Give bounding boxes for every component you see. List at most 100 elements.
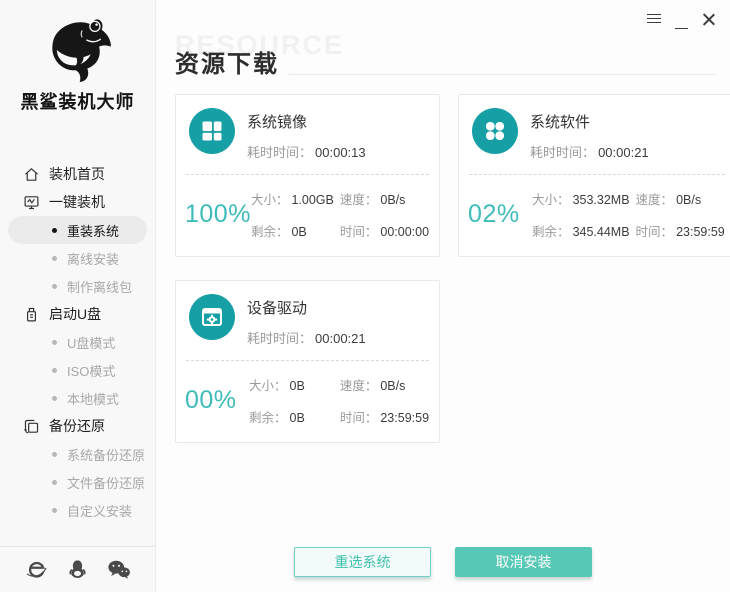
sidebar-item-iso-mode[interactable]: ISO模式	[8, 356, 147, 384]
stat-time: 时间：00:00:00	[340, 221, 429, 240]
qq-icon[interactable]	[66, 558, 90, 582]
stat-size: 大小：0B	[249, 375, 334, 394]
download-card-system-software: 系统软件 耗时时间：00:00:21 02% 大小：353.32MB 速度：0B…	[458, 94, 730, 257]
reselect-system-button[interactable]: 重选系统	[294, 547, 431, 577]
stat-remaining: 剩余：0B	[249, 407, 334, 426]
windows-panes-icon	[189, 108, 235, 154]
sidebar: 黑鲨装机大师 装机首页 一键装机 重装系统 离线安装	[0, 0, 156, 592]
header-divider	[289, 74, 716, 75]
menu-icon[interactable]	[647, 13, 661, 26]
home-icon	[22, 165, 40, 183]
sidebar-item-offline-install[interactable]: 离线安装	[8, 244, 147, 272]
download-card-system-image: 系统镜像 耗时时间：00:00:13 100% 大小：1.00GB 速度：0B/…	[175, 94, 440, 257]
sidebar-item-label: 离线安装	[67, 249, 119, 268]
bullet-icon	[52, 396, 57, 401]
ie-icon[interactable]	[25, 558, 49, 582]
download-stats: 大小：1.00GB 速度：0B/s 剩余：0B 时间：00:00:00	[251, 189, 429, 240]
stat-label: 大小：	[249, 379, 287, 393]
stat-label: 时间：	[340, 225, 378, 239]
elapsed-label: 耗时时间：	[247, 145, 312, 160]
page-header: RESOURCE 资源下载	[156, 0, 730, 79]
bullet-icon	[52, 284, 57, 289]
stat-size: 大小：1.00GB	[251, 189, 334, 208]
window-controls	[647, 13, 716, 26]
sidebar-item-label: 重装系统	[67, 221, 119, 240]
download-card-device-driver: 设备驱动 耗时时间：00:00:21 00% 大小：0B 速度：0B/s 剩余：…	[175, 280, 440, 443]
elapsed-value: 00:00:21	[598, 145, 649, 160]
monitor-icon	[22, 193, 40, 211]
elapsed-time: 耗时时间：00:00:13	[247, 142, 366, 161]
usb-drive-icon	[22, 305, 40, 323]
close-icon[interactable]	[702, 13, 716, 26]
stat-speed: 速度：0B/s	[340, 189, 429, 208]
stat-label: 时间：	[636, 225, 674, 239]
stat-value: 0B	[290, 411, 305, 425]
footer-buttons: 重选系统 取消安装	[156, 547, 730, 577]
social-icons-row	[0, 546, 155, 592]
sidebar-item-label: 备份还原	[49, 416, 105, 436]
elapsed-value: 00:00:13	[315, 145, 366, 160]
sidebar-item-local-mode[interactable]: 本地模式	[8, 384, 147, 412]
sidebar-item-label: 自定义安装	[67, 501, 132, 520]
minimize-icon[interactable]	[675, 28, 688, 29]
sidebar-item-file-backup-restore[interactable]: 文件备份还原	[8, 468, 147, 496]
download-stats: 大小：0B 速度：0B/s 剩余：0B 时间：23:59:59	[249, 375, 429, 426]
stat-label: 时间：	[340, 411, 378, 425]
stat-speed: 速度：0B/s	[340, 375, 429, 394]
sidebar-item-label: ISO模式	[67, 361, 115, 380]
app-grid-icon	[472, 108, 518, 154]
sidebar-item-make-offline-pack[interactable]: 制作离线包	[8, 272, 147, 300]
stat-label: 大小：	[532, 193, 570, 207]
stat-value: 0B	[290, 379, 305, 393]
stat-time: 时间：23:59:59	[340, 407, 429, 426]
stat-value: 0B	[291, 225, 306, 239]
stat-value: 353.32MB	[573, 193, 630, 207]
stat-value: 0B/s	[676, 193, 701, 207]
card-title: 系统软件	[530, 111, 649, 132]
brand-logo-block: 黑鲨装机大师	[0, 0, 155, 114]
stat-remaining: 剩余：345.44MB	[532, 221, 630, 240]
sidebar-item-system-backup-restore[interactable]: 系统备份还原	[8, 440, 147, 468]
sidebar-item-label: 本地模式	[67, 389, 119, 408]
sidebar-item-label: 一键装机	[49, 192, 105, 212]
cancel-install-button[interactable]: 取消安装	[455, 547, 592, 577]
bullet-icon	[52, 340, 57, 345]
bullet-icon	[52, 368, 57, 373]
sidebar-item-home[interactable]: 装机首页	[8, 160, 147, 188]
sidebar-item-boot-usb[interactable]: 启动U盘	[8, 300, 147, 328]
sidebar-item-usb-mode[interactable]: U盘模式	[8, 328, 147, 356]
stat-label: 大小：	[251, 193, 289, 207]
elapsed-label: 耗时时间：	[247, 331, 312, 346]
sidebar-item-label: 制作离线包	[67, 277, 132, 296]
backup-restore-icon	[22, 417, 40, 435]
sidebar-item-backup-restore[interactable]: 备份还原	[8, 412, 147, 440]
sidebar-item-one-key-install[interactable]: 一键装机	[8, 188, 147, 216]
stat-time: 时间：23:59:59	[636, 221, 725, 240]
app-window: 黑鲨装机大师 装机首页 一键装机 重装系统 离线安装	[0, 0, 730, 592]
stat-value: 23:59:59	[676, 225, 725, 239]
wechat-icon[interactable]	[107, 558, 131, 582]
elapsed-time: 耗时时间：00:00:21	[247, 328, 366, 347]
progress-percent: 100%	[185, 200, 251, 229]
stat-value: 0B/s	[380, 379, 405, 393]
bullet-icon	[52, 480, 57, 485]
elapsed-time: 耗时时间：00:00:21	[530, 142, 649, 161]
stat-label: 速度：	[340, 193, 378, 207]
bullet-icon	[52, 256, 57, 261]
sidebar-item-label: U盘模式	[67, 333, 115, 352]
card-title: 设备驱动	[247, 297, 366, 318]
elapsed-value: 00:00:21	[315, 331, 366, 346]
sidebar-item-reinstall-system[interactable]: 重装系统	[8, 216, 147, 244]
main-area: RESOURCE 资源下载	[156, 0, 730, 592]
sidebar-item-label: 系统备份还原	[67, 445, 145, 464]
download-cards: 系统镜像 耗时时间：00:00:13 100% 大小：1.00GB 速度：0B/…	[156, 79, 730, 443]
sidebar-item-custom-install[interactable]: 自定义安装	[8, 496, 147, 524]
progress-percent: 02%	[468, 200, 532, 229]
shark-logo-icon	[0, 12, 155, 88]
sidebar-nav: 装机首页 一键装机 重装系统 离线安装 制作离线包	[0, 160, 155, 524]
bullet-icon	[52, 228, 57, 233]
bullet-icon	[52, 452, 57, 457]
page-title: 资源下载	[175, 44, 279, 79]
bullet-icon	[52, 508, 57, 513]
progress-percent: 00%	[185, 386, 249, 415]
